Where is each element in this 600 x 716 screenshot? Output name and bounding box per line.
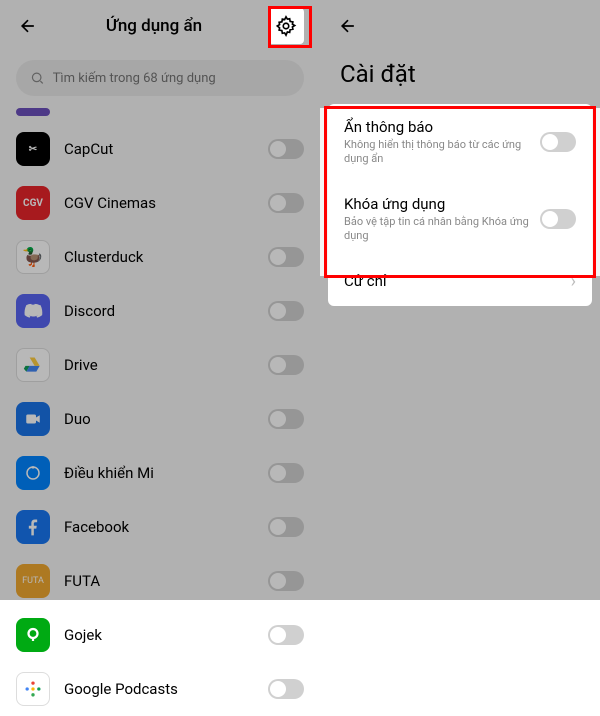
list-item[interactable]: Drive [16, 338, 304, 392]
settings-row-gesture[interactable]: Cử chỉ › [328, 257, 592, 306]
partial-app-icon [16, 108, 50, 116]
settings-row-applock[interactable]: Khóa ứng dụng Bảo vệ tập tin cá nhân bằn… [328, 181, 592, 258]
list-item[interactable]: 🦆 Clusterduck [16, 230, 304, 284]
back-button[interactable] [336, 14, 360, 38]
settings-row-notifications[interactable]: Ẩn thông báo Không hiển thị thông báo từ… [328, 104, 592, 181]
toggle[interactable] [540, 132, 576, 152]
search-bar[interactable] [16, 60, 304, 96]
toggle[interactable] [268, 625, 304, 645]
settings-title: Cài đặt [320, 52, 600, 104]
toggle[interactable] [268, 193, 304, 213]
app-icon-podcasts [16, 672, 50, 706]
toggle[interactable] [268, 679, 304, 699]
search-input[interactable] [53, 71, 290, 86]
app-icon-gojek [16, 618, 50, 652]
right-header [320, 0, 600, 52]
right-panel: Cài đặt Ẩn thông báo Không hiển thị thôn… [320, 0, 600, 600]
app-icon-capcut: ✂ [16, 132, 50, 166]
list-item[interactable]: Facebook [16, 500, 304, 554]
toggle[interactable] [268, 409, 304, 429]
app-icon-discord [16, 294, 50, 328]
toggle[interactable] [268, 463, 304, 483]
list-item[interactable]: Điều khiển Mi [16, 446, 304, 500]
gear-icon [275, 15, 297, 37]
app-icon-facebook [16, 510, 50, 544]
list-item[interactable]: ✂ CapCut [16, 122, 304, 176]
left-panel: Ứng dụng ẩn ✂ CapCut CGV CGV Cinemas 🦆 C… [0, 0, 320, 600]
list-item[interactable]: Google Podcasts [16, 662, 304, 716]
dim-overlay-bottom [320, 276, 600, 600]
list-item[interactable]: Discord [16, 284, 304, 338]
app-icon-cgv: CGV [16, 186, 50, 220]
toggle[interactable] [540, 209, 576, 229]
toggle[interactable] [268, 247, 304, 267]
app-list: ✂ CapCut CGV CGV Cinemas 🦆 Clusterduck D… [0, 108, 320, 716]
settings-card: Ẩn thông báo Không hiển thị thông báo từ… [328, 104, 592, 306]
list-item[interactable]: Gojek [16, 608, 304, 662]
app-icon-drive [16, 348, 50, 382]
toggle[interactable] [268, 517, 304, 537]
toggle[interactable] [268, 355, 304, 375]
app-icon-mi [16, 456, 50, 490]
back-button[interactable] [16, 14, 40, 38]
toggle[interactable] [268, 139, 304, 159]
app-icon-duo [16, 402, 50, 436]
toggle[interactable] [268, 571, 304, 591]
list-item[interactable]: Duo [16, 392, 304, 446]
left-header: Ứng dụng ẩn [0, 0, 320, 52]
settings-button[interactable] [268, 8, 304, 44]
app-icon-futa: FUTA [16, 564, 50, 598]
chevron-right-icon: › [571, 271, 576, 292]
app-icon-clusterduck: 🦆 [16, 240, 50, 274]
list-item[interactable]: CGV CGV Cinemas [16, 176, 304, 230]
search-icon [30, 70, 45, 86]
page-title: Ứng dụng ẩn [40, 16, 268, 36]
toggle[interactable] [268, 301, 304, 321]
